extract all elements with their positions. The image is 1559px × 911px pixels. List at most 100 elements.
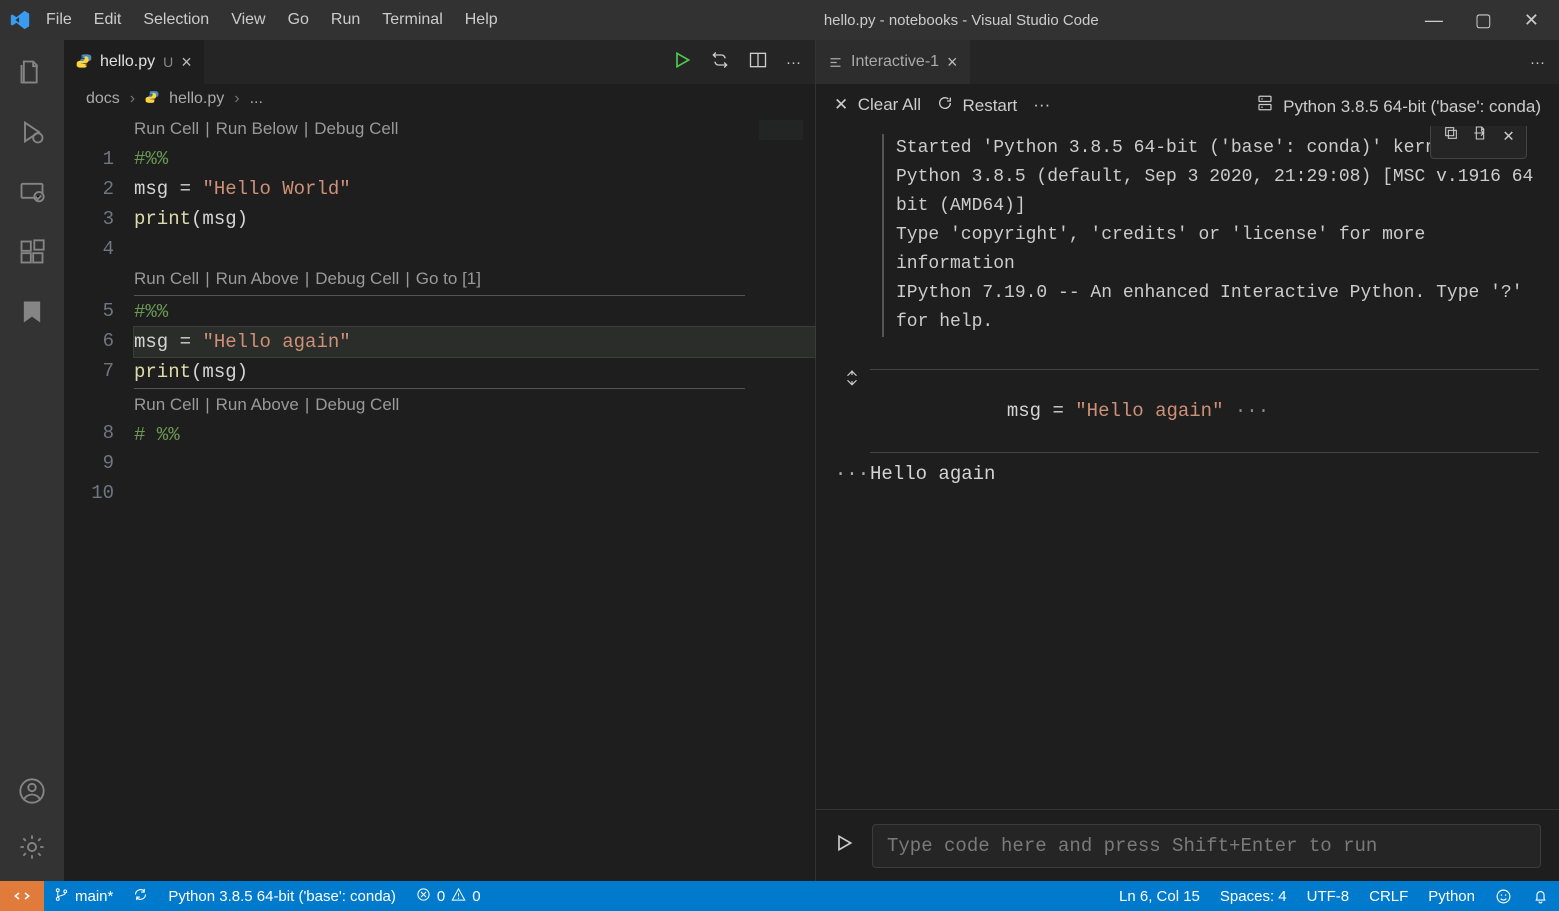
- copy-icon[interactable]: [1443, 126, 1459, 152]
- menu-terminal[interactable]: Terminal: [382, 11, 442, 29]
- codelens-goto[interactable]: Go to [1]: [416, 264, 481, 294]
- status-interpreter[interactable]: Python 3.8.5 64-bit ('base': conda): [158, 888, 406, 905]
- code-editor[interactable]: 1 2 3 4 5 6 7 8 9 10 Run Cell: [64, 114, 815, 881]
- run-file-icon[interactable]: [672, 50, 692, 74]
- activity-bar: [0, 40, 64, 881]
- settings-gear-icon[interactable]: [16, 831, 48, 863]
- tab-close-icon[interactable]: ×: [181, 52, 192, 73]
- breadcrumb-file[interactable]: hello.py: [169, 90, 224, 108]
- tab-label: Interactive-1: [851, 53, 939, 71]
- toolbar-more-icon[interactable]: ···: [1033, 95, 1050, 115]
- extensions-icon[interactable]: [16, 236, 48, 268]
- python-file-icon: [76, 53, 92, 72]
- interactive-banner: ✕ Started 'Python 3.8.5 64-bit ('base': …: [882, 134, 1539, 337]
- menu-file[interactable]: File: [46, 11, 72, 29]
- goto-icon[interactable]: [1473, 126, 1489, 152]
- cell-divider: [134, 388, 745, 389]
- status-cursor[interactable]: Ln 6, Col 15: [1109, 888, 1210, 905]
- more-actions-icon[interactable]: ···: [786, 54, 801, 71]
- account-icon[interactable]: [16, 775, 48, 807]
- executed-cell: msg = "Hello again" ···: [834, 369, 1559, 453]
- sync-icon: [133, 887, 148, 906]
- git-branch-icon: [54, 887, 69, 906]
- menu-view[interactable]: View: [231, 11, 265, 29]
- interpreter-selector[interactable]: Python 3.8.5 64-bit ('base': conda): [1256, 94, 1541, 117]
- minimize-button[interactable]: —: [1425, 10, 1443, 31]
- close-button[interactable]: ✕: [1524, 10, 1539, 31]
- split-editor-icon[interactable]: [748, 50, 768, 74]
- cell-output: ··· Hello again: [834, 463, 1559, 485]
- codelens-run-cell[interactable]: Run Cell: [134, 114, 199, 144]
- execute-cell-icon[interactable]: [710, 50, 730, 74]
- clear-all-button[interactable]: ✕ Clear All: [834, 95, 921, 115]
- tab-git-status: U: [163, 54, 173, 70]
- run-debug-icon[interactable]: [16, 116, 48, 148]
- status-bar: main* Python 3.8.5 64-bit ('base': conda…: [0, 881, 1559, 911]
- breadcrumb-trail[interactable]: ...: [250, 90, 263, 108]
- restart-button[interactable]: Restart: [937, 95, 1017, 116]
- status-branch[interactable]: main*: [44, 887, 123, 906]
- remote-indicator[interactable]: [0, 881, 44, 911]
- status-eol[interactable]: CRLF: [1359, 888, 1418, 905]
- menu-help[interactable]: Help: [465, 11, 498, 29]
- remote-explorer-icon[interactable]: [16, 176, 48, 208]
- interactive-toolbar: ✕ Clear All Restart ··· Python 3.8.5 64-…: [816, 84, 1559, 126]
- status-spaces[interactable]: Spaces: 4: [1210, 888, 1297, 905]
- tab-interactive[interactable]: Interactive-1 ×: [816, 40, 971, 84]
- maximize-button[interactable]: ▢: [1475, 10, 1492, 31]
- collapse-cell-icon[interactable]: [834, 369, 870, 393]
- tab-close-icon[interactable]: ×: [947, 52, 958, 73]
- interactive-input[interactable]: [872, 824, 1541, 868]
- cell-divider: [134, 295, 745, 296]
- more-actions-icon[interactable]: ···: [1530, 54, 1545, 71]
- error-icon: [416, 887, 431, 906]
- window-title: hello.py - notebooks - Visual Studio Cod…: [498, 12, 1425, 29]
- server-icon: [1256, 94, 1274, 112]
- tab-label: hello.py: [100, 53, 155, 71]
- interactive-tab-icon: [828, 55, 843, 70]
- codelens-debug-cell[interactable]: Debug Cell: [315, 264, 399, 294]
- tab-row-left: hello.py U × ···: [64, 40, 815, 84]
- cell-result-actions: ✕: [1430, 126, 1527, 159]
- explorer-icon[interactable]: [16, 56, 48, 88]
- restart-icon: [937, 95, 953, 111]
- status-feedback-icon[interactable]: [1485, 888, 1522, 905]
- breadcrumb[interactable]: docs › hello.py › ...: [64, 84, 815, 114]
- codelens-run-above[interactable]: Run Above: [216, 390, 299, 420]
- status-problems[interactable]: 0 0: [406, 887, 491, 906]
- codelens-run-cell[interactable]: Run Cell: [134, 390, 199, 420]
- codelens-run-cell[interactable]: Run Cell: [134, 264, 199, 294]
- editor-group-right: Interactive-1 × ··· ✕ Clear All Restart: [816, 40, 1559, 881]
- output-ellipsis-icon[interactable]: ···: [834, 463, 870, 485]
- python-file-icon: [145, 90, 159, 109]
- codelens-row: Run Cell | Run Above | Debug Cell | Go t…: [134, 264, 815, 294]
- warning-icon: [451, 887, 466, 906]
- close-icon: ✕: [834, 95, 848, 115]
- menu-bar: File Edit Selection View Go Run Terminal…: [46, 11, 498, 29]
- tab-hello-py[interactable]: hello.py U ×: [64, 40, 205, 84]
- codelens-debug-cell[interactable]: Debug Cell: [315, 390, 399, 420]
- execute-input-icon[interactable]: [834, 833, 854, 859]
- bookmark-icon[interactable]: [16, 296, 48, 328]
- menu-selection[interactable]: Selection: [143, 11, 209, 29]
- interactive-body: ✕ Started 'Python 3.8.5 64-bit ('base': …: [816, 126, 1559, 809]
- delete-icon[interactable]: ✕: [1503, 126, 1514, 152]
- editor-group-left: hello.py U × ···: [64, 40, 816, 881]
- line-number-gutter: 1 2 3 4 5 6 7 8 9 10: [64, 114, 134, 881]
- menu-edit[interactable]: Edit: [94, 11, 122, 29]
- status-lang[interactable]: Python: [1418, 888, 1485, 905]
- menu-run[interactable]: Run: [331, 11, 360, 29]
- breadcrumb-folder[interactable]: docs: [86, 90, 120, 108]
- status-sync[interactable]: [123, 887, 158, 906]
- status-bell-icon[interactable]: [1522, 888, 1559, 905]
- cell-output-text: Hello again: [870, 463, 995, 485]
- breadcrumb-sep-icon: ›: [234, 90, 239, 108]
- codelens-run-above[interactable]: Run Above: [216, 264, 299, 294]
- codelens-row: Run Cell | Run Above | Debug Cell: [134, 390, 815, 420]
- codelens-debug-cell[interactable]: Debug Cell: [314, 114, 398, 144]
- status-encoding[interactable]: UTF-8: [1297, 888, 1360, 905]
- vscode-logo-icon: [8, 8, 32, 32]
- menu-go[interactable]: Go: [288, 11, 309, 29]
- codelens-run-below[interactable]: Run Below: [216, 114, 298, 144]
- tab-row-right: Interactive-1 × ···: [816, 40, 1559, 84]
